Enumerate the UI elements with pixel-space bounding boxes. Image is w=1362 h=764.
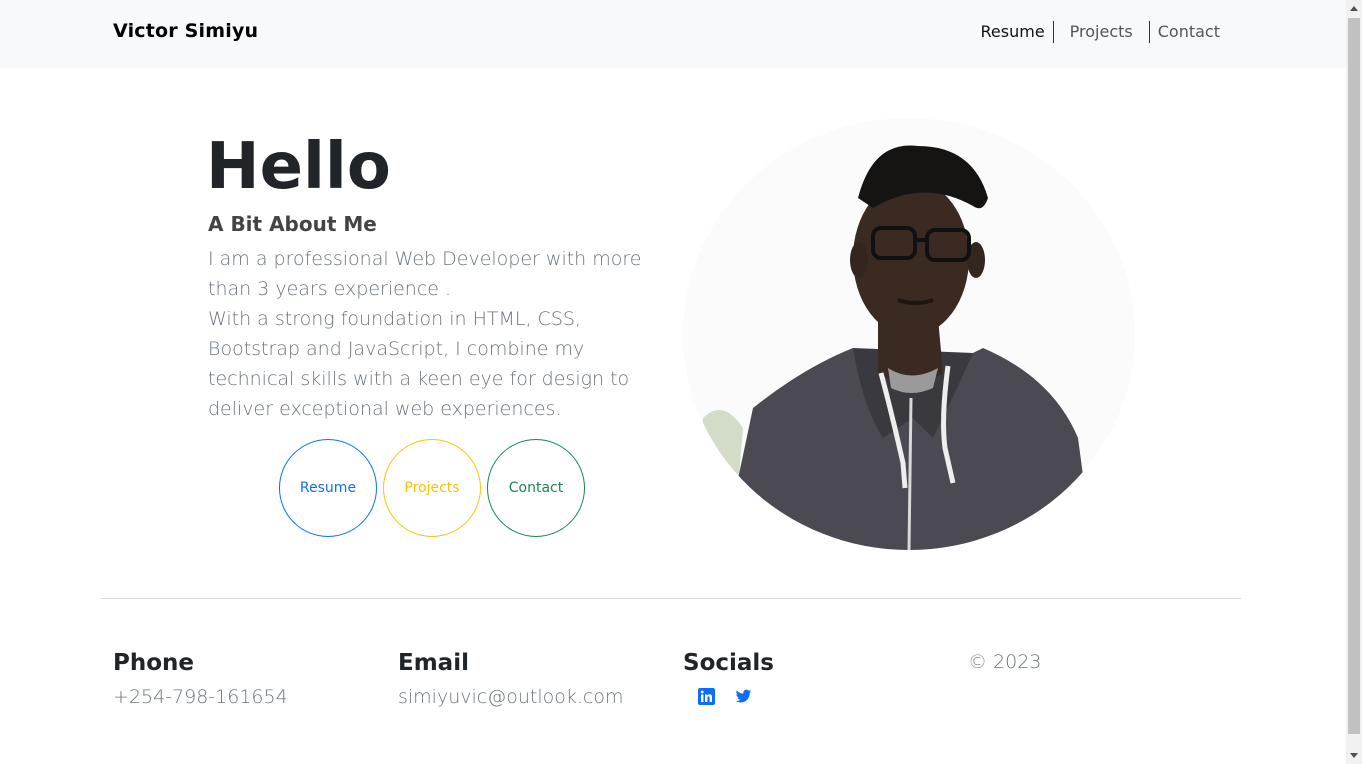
resume-button[interactable]: Resume [279,439,377,537]
hero-buttons: Resume Projects Contact [279,439,591,537]
socials-title: Socials [683,650,774,676]
hero-greeting: Hello [206,130,391,204]
phone-number[interactable]: +254-798-161654 [113,686,288,708]
phone-section: Phone +254-798-161654 [113,648,288,708]
copyright: © 2023 [968,651,1042,673]
about-paragraph-1: I am a professional Web Developer with m… [208,248,642,300]
socials-section: Socials [683,648,774,705]
linkedin-icon[interactable] [698,688,715,705]
navbar: Victor Simiyu Resume Projects Contact [0,0,1346,68]
scroll-thumb[interactable] [1348,18,1360,734]
nav-link-resume[interactable]: Resume [981,21,1053,43]
scroll-up-icon[interactable] [1350,6,1358,11]
profile-photo [683,118,1135,550]
email-section: Email simiyuvic@outlook.com [398,648,624,708]
social-icons [683,688,774,705]
contact-button[interactable]: Contact [487,439,585,537]
brand-name[interactable]: Victor Simiyu [113,20,258,42]
about-paragraph-2: With a strong foundation in HTML, CSS, B… [208,308,630,420]
twitter-icon[interactable] [735,688,752,705]
profile-portrait-illustration [683,118,1135,550]
about-title: A Bit About Me [208,212,377,236]
about-text: I am a professional Web Developer with m… [208,244,658,424]
email-title: Email [398,650,469,676]
phone-title: Phone [113,650,195,676]
page-scrollbar[interactable] [1346,0,1362,764]
section-divider [101,598,1241,599]
email-address[interactable]: simiyuvic@outlook.com [398,686,624,708]
nav-link-contact[interactable]: Contact [1148,21,1220,43]
nav-links: Resume Projects Contact [981,21,1220,43]
nav-link-projects[interactable]: Projects [1052,21,1149,43]
scroll-down-icon[interactable] [1350,753,1358,758]
projects-button[interactable]: Projects [383,439,481,537]
